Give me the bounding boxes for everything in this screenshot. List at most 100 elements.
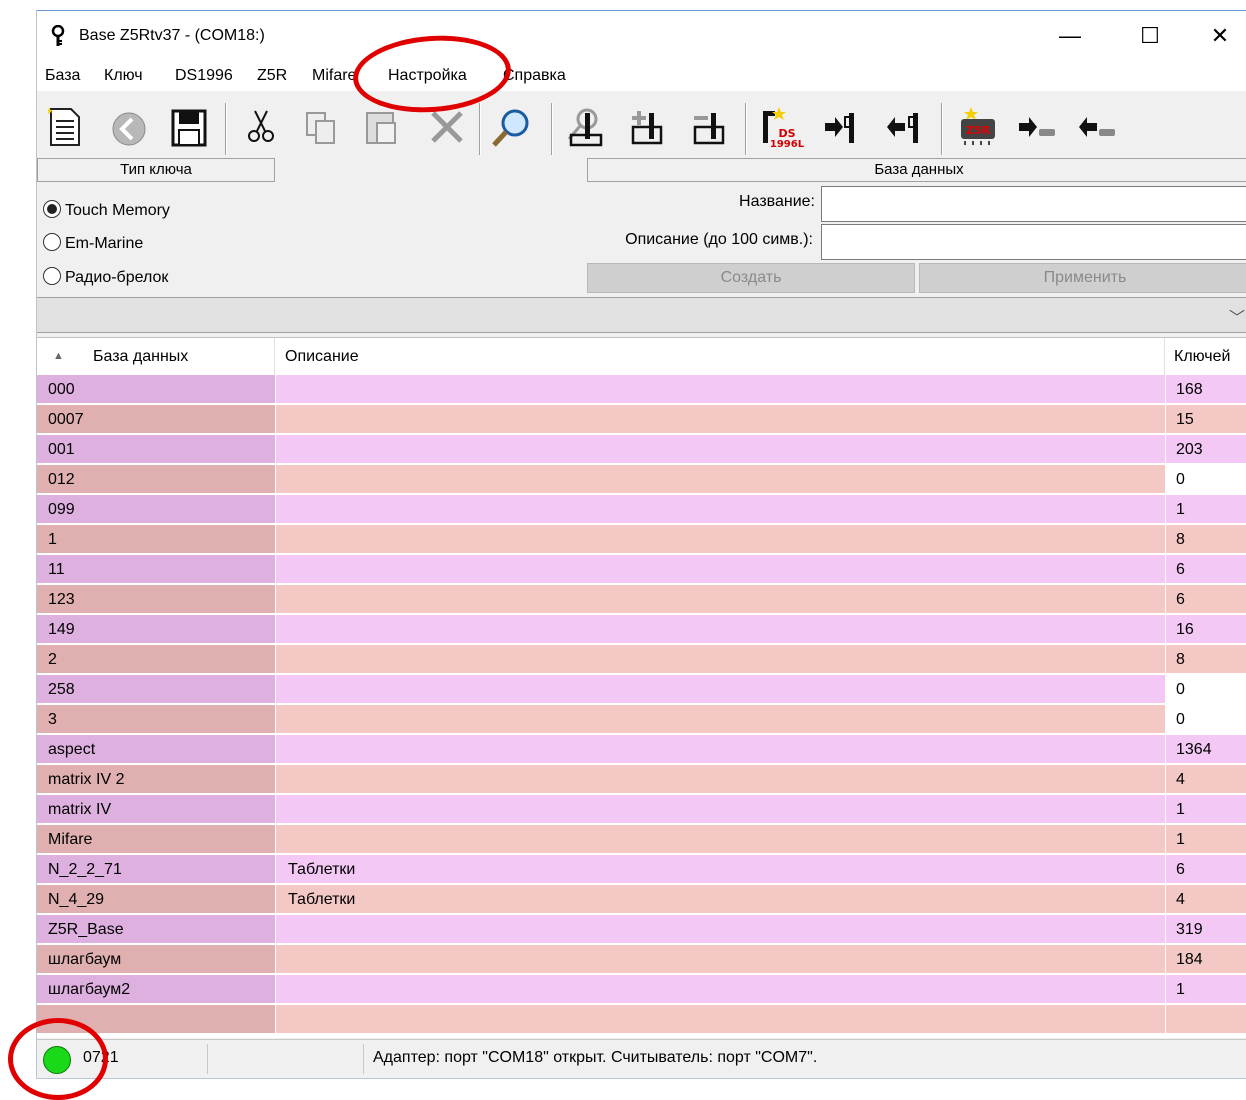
table-row[interactable]: aspect 1364 — [37, 735, 1246, 765]
cell-database-name: matrix IV — [37, 795, 275, 824]
cell-description — [275, 645, 1165, 674]
search-icon[interactable] — [489, 105, 533, 149]
column-label: Описание — [285, 348, 359, 365]
apply-button[interactable]: Применить — [919, 263, 1246, 293]
radio-dot[interactable] — [43, 233, 61, 251]
table-row[interactable]: шлагбаум2 1 — [37, 975, 1246, 1005]
import-arrow-icon[interactable] — [821, 105, 865, 149]
chevron-down-icon[interactable]: ﹀ — [1229, 304, 1245, 328]
table-row[interactable]: matrix IV 1 — [37, 795, 1246, 825]
table-row[interactable]: matrix IV 2 4 — [37, 765, 1246, 795]
table-row[interactable]: 258 0 — [37, 675, 1246, 705]
cell-database-name: 3 — [37, 705, 275, 734]
filter-combo[interactable]: ﹀ — [37, 297, 1246, 333]
table-row[interactable]: 099 1 — [37, 495, 1246, 525]
cell-database-name: N_4_29 — [37, 885, 275, 914]
cell-database-name: 11 — [37, 555, 275, 584]
table-row[interactable]: 18 — [37, 525, 1246, 555]
close-button[interactable]: ✕ — [1197, 19, 1243, 53]
cell-keys-count: 6 — [1165, 855, 1246, 884]
radio-dot[interactable] — [43, 267, 61, 285]
chip-export-icon[interactable] — [1075, 105, 1119, 149]
z5r-chip-icon[interactable]: Z5R — [953, 105, 1003, 149]
menu-ds1996[interactable]: DS1996 — [175, 67, 233, 85]
menu-mifare[interactable]: Mifare — [312, 67, 356, 85]
menu-z5r[interactable]: Z5R — [257, 67, 287, 85]
export-arrow-icon[interactable] — [883, 105, 927, 149]
cell-description — [275, 555, 1165, 584]
table-row[interactable]: N_2_2_71 Таблетки 6 — [37, 855, 1246, 885]
table-row[interactable]: 11 6 — [37, 555, 1246, 585]
cell-keys-count: 1 — [1165, 975, 1246, 1004]
cell-database-name: 012 — [37, 465, 275, 494]
cell-keys-count: 1 — [1165, 825, 1246, 854]
table-row[interactable]: Z5R_Base 319 — [37, 915, 1246, 945]
cut-icon[interactable] — [239, 105, 283, 149]
minimize-button[interactable]: — — [1047, 19, 1093, 53]
table-row[interactable]: шлагбаум 184 — [37, 945, 1246, 975]
chip-import-icon[interactable] — [1015, 105, 1059, 149]
table-header: ▲ База данных Описание Ключей — [37, 338, 1246, 375]
status-separator — [207, 1044, 208, 1074]
add-key-icon[interactable] — [625, 105, 669, 149]
ds1996l-icon[interactable]: DS 1996L — [757, 105, 809, 150]
menu-klyuch[interactable]: Ключ — [104, 67, 143, 85]
cell-database-name: matrix IV 2 — [37, 765, 275, 794]
column-header-keys[interactable]: Ключей — [1165, 338, 1246, 375]
cell-description — [275, 405, 1165, 434]
cell-description — [275, 825, 1165, 854]
table-row[interactable]: 012 0 — [37, 465, 1246, 495]
new-document-icon[interactable] — [43, 105, 87, 149]
radio-label: Радио-брелок — [65, 269, 169, 286]
table-row[interactable]: N_4_29 Таблетки 4 — [37, 885, 1246, 915]
cell-database-name: 1 — [37, 525, 275, 554]
radio-label: Touch Memory — [65, 202, 170, 219]
description-input[interactable] — [821, 224, 1246, 260]
cell-keys-count: 203 — [1165, 435, 1246, 464]
maximize-button[interactable]: ☐ — [1127, 19, 1173, 53]
find-key-icon[interactable] — [563, 105, 607, 149]
cell-keys-count: 1364 — [1165, 735, 1246, 764]
cell-description — [275, 735, 1165, 764]
cell-description: Таблетки — [275, 885, 1165, 914]
table-row[interactable]: 123 6 — [37, 585, 1246, 615]
table-row[interactable]: 30 — [37, 705, 1246, 735]
column-header-database[interactable]: ▲ База данных — [37, 338, 275, 375]
table-row[interactable]: Mifare 1 — [37, 825, 1246, 855]
cell-keys-count: 6 — [1165, 555, 1246, 584]
table-row[interactable]: 001 203 — [37, 435, 1246, 465]
menu-baza[interactable]: База — [45, 67, 80, 85]
name-input[interactable] — [821, 186, 1246, 222]
cell-keys-count: 16 — [1165, 615, 1246, 644]
radio-em-marine[interactable]: Em-Marine — [43, 233, 143, 255]
radio-touch-memory[interactable]: Touch Memory — [43, 200, 170, 222]
table-row[interactable]: 28 — [37, 645, 1246, 675]
cell-keys-count: 319 — [1165, 915, 1246, 944]
cell-description — [275, 465, 1165, 494]
status-separator — [363, 1044, 364, 1074]
table-row[interactable] — [37, 1005, 1246, 1035]
cell-description — [275, 1005, 1165, 1034]
paste-icon[interactable] — [359, 105, 403, 149]
cell-keys-count: 8 — [1165, 645, 1246, 674]
remove-key-icon[interactable] — [687, 105, 731, 149]
cell-keys-count: 0 — [1165, 465, 1246, 494]
table-row[interactable]: 000 168 — [37, 375, 1246, 405]
copy-icon[interactable] — [299, 105, 343, 149]
cell-keys-count: 4 — [1165, 885, 1246, 914]
create-button[interactable]: Создать — [587, 263, 915, 293]
cell-database-name: шлагбаум2 — [37, 975, 275, 1004]
radio-radio-fob[interactable]: Радио-брелок — [43, 267, 168, 289]
save-icon[interactable] — [167, 105, 211, 149]
table-row[interactable]: 149 16 — [37, 615, 1246, 645]
cell-keys-count: 0 — [1165, 675, 1246, 704]
back-icon[interactable] — [107, 105, 151, 149]
menu-spravka[interactable]: Справка — [503, 67, 566, 85]
toolbar-separator — [479, 103, 481, 155]
radio-dot-selected[interactable] — [43, 200, 61, 218]
column-label: Ключей — [1174, 348, 1231, 365]
toolbar-separator — [551, 103, 553, 155]
table-row[interactable]: 0007 15 — [37, 405, 1246, 435]
menu-bar: База Ключ DS1996 Z5R Mifare Настройка Сп… — [37, 61, 1246, 91]
column-header-description[interactable]: Описание — [275, 338, 1165, 375]
